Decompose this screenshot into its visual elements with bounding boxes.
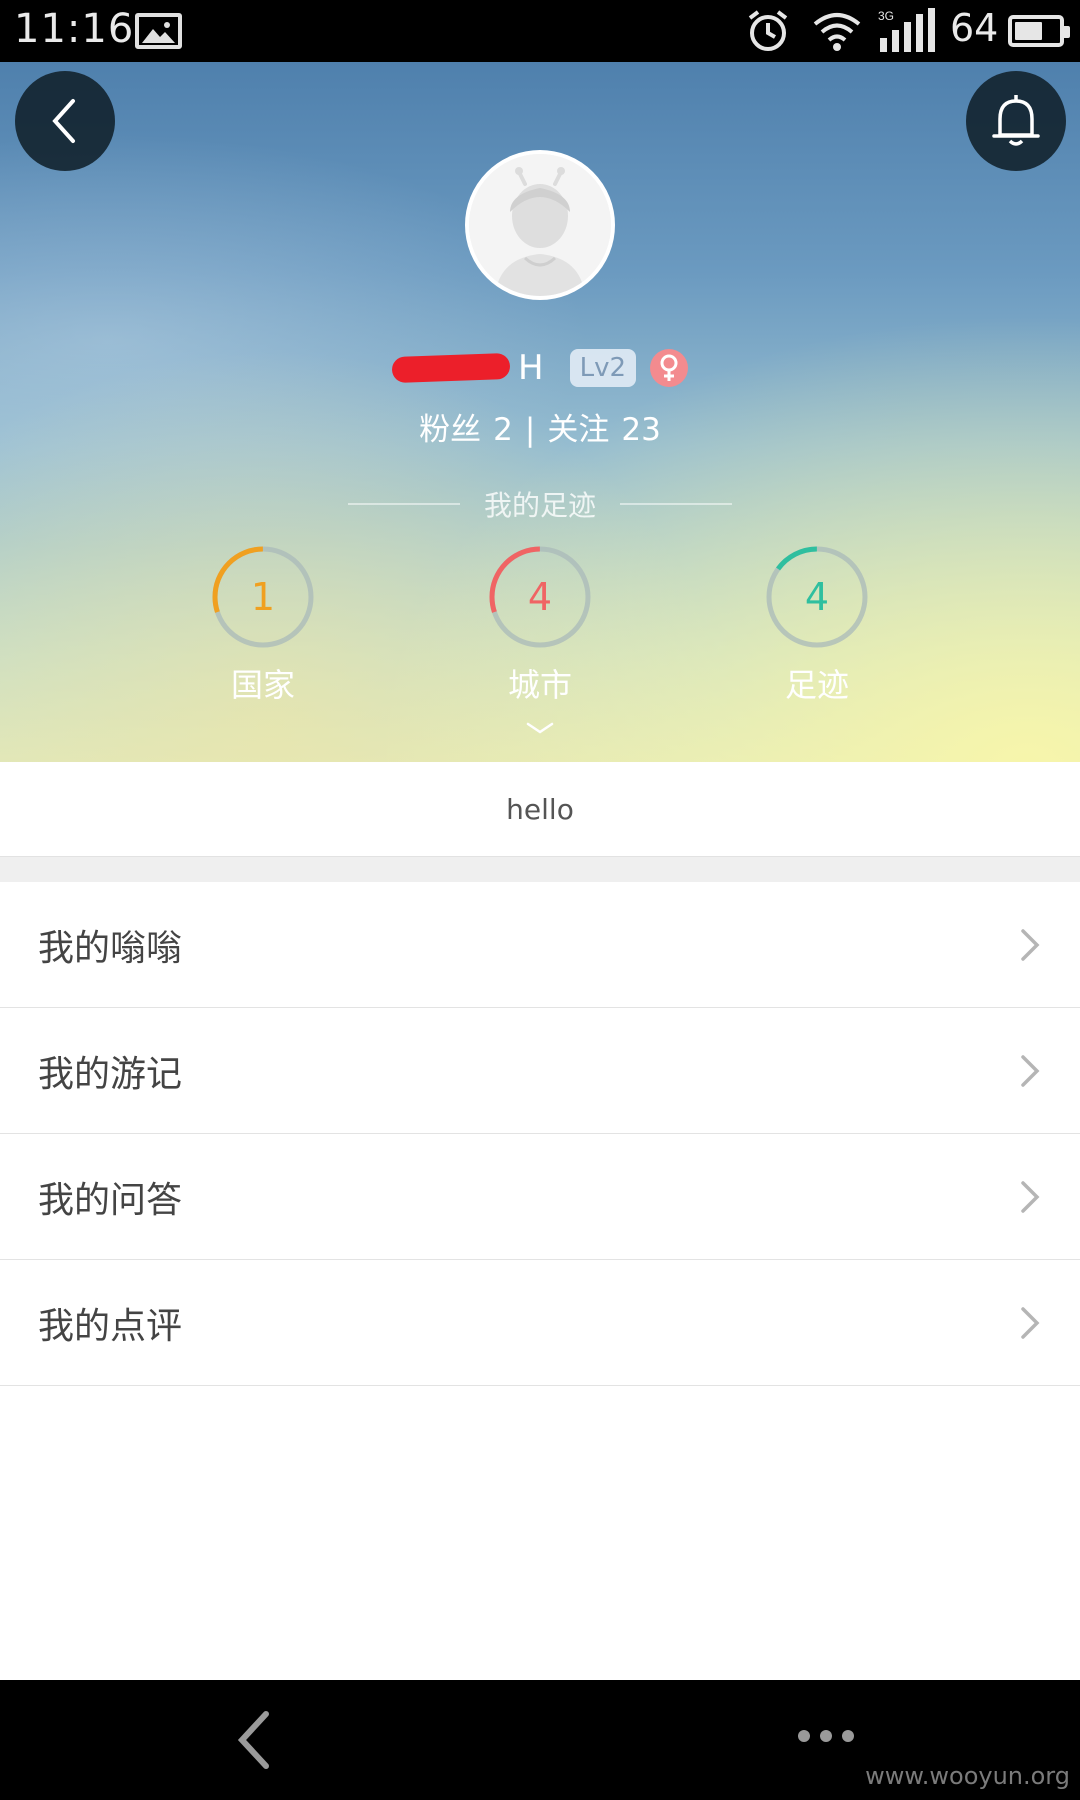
chevron-right-icon: [1021, 1055, 1040, 1087]
profile-header: H Lv2 粉丝 2 | 关注 23 我的足迹 1 国家 4 城市 4 足迹: [0, 62, 1080, 762]
section-divider: [0, 856, 1080, 882]
chevron-down-icon[interactable]: [524, 720, 556, 740]
signal-icon: 3G: [878, 8, 936, 58]
battery-icon: [1008, 15, 1070, 47]
footprint-section-title: 我的足迹: [0, 484, 1080, 524]
menu-item-qa[interactable]: 我的问答: [0, 1134, 1080, 1260]
menu-item-reviews[interactable]: 我的点评: [0, 1260, 1080, 1386]
menu-item-label: 我的嗡嗡: [38, 927, 183, 969]
default-avatar-icon: [469, 154, 611, 296]
following-count[interactable]: 23: [621, 412, 660, 448]
dot: [820, 1730, 832, 1742]
footprint-title: 我的足迹: [483, 489, 596, 522]
menu-item-label: 我的游记: [38, 1053, 183, 1095]
profile-menu: 我的嗡嗡 我的游记 我的问答 我的点评: [0, 882, 1080, 1386]
watermark: www.wooyun.org: [865, 1762, 1070, 1790]
more-dots-icon[interactable]: [798, 1730, 854, 1742]
battery-fill: [1015, 22, 1042, 40]
footprint-stat-ring[interactable]: 1: [208, 542, 318, 652]
footprint-stat-ring[interactable]: 4: [485, 542, 595, 652]
user-name: H: [518, 348, 544, 388]
image-notification-icon: [135, 13, 182, 49]
dot: [798, 1730, 810, 1742]
dot: [842, 1730, 854, 1742]
system-nav-bar: www.wooyun.org: [0, 1680, 1080, 1800]
name-row: H Lv2: [0, 340, 1080, 396]
chevron-right-icon: [1021, 929, 1040, 961]
footprint-stat-value: 4: [527, 575, 553, 619]
status-time: 11:16: [14, 6, 135, 52]
followers-label[interactable]: 粉丝: [419, 412, 481, 448]
bell-icon: [992, 95, 1040, 146]
redaction-mark: [391, 352, 511, 384]
footprint-stat-ring[interactable]: 4: [762, 542, 872, 652]
menu-item-weng[interactable]: 我的嗡嗡: [0, 882, 1080, 1008]
network-type: 3G: [878, 9, 894, 23]
stats-separator: |: [524, 412, 536, 448]
back-chevron-icon: [52, 99, 75, 143]
footprint-stat-value: 4: [804, 575, 830, 619]
chevron-right-icon: [1021, 1181, 1040, 1213]
menu-item-label: 我的点评: [38, 1305, 183, 1347]
wifi-icon: [812, 10, 862, 58]
footprint-stat-label: 足迹: [784, 666, 849, 704]
back-chevron-icon: [237, 1711, 269, 1769]
footprint-stat-value: 1: [250, 575, 276, 619]
level-badge: Lv2: [569, 349, 636, 387]
nav-back-button[interactable]: [234, 1710, 274, 1774]
follow-stats: 粉丝 2 | 关注 23: [0, 404, 1080, 449]
status-bar: 11:16 3G 64: [0, 0, 1080, 62]
menu-item-travel-notes[interactable]: 我的游记: [0, 1008, 1080, 1134]
following-label[interactable]: 关注: [547, 412, 609, 448]
notification-button[interactable]: [966, 71, 1066, 171]
footprint-stat-label: 国家: [230, 666, 295, 704]
followers-count[interactable]: 2: [493, 412, 513, 448]
divider-line: [347, 503, 460, 505]
bio-text: hello: [0, 762, 1080, 856]
chevron-right-icon: [1021, 1307, 1040, 1339]
female-icon: [650, 349, 688, 387]
avatar[interactable]: [465, 150, 615, 300]
back-button[interactable]: [15, 71, 115, 171]
footprint-stat-label: 城市: [507, 666, 572, 704]
battery-level: 64: [950, 6, 999, 50]
alarm-icon: [745, 8, 791, 58]
menu-item-label: 我的问答: [38, 1179, 183, 1221]
divider-line: [620, 503, 732, 505]
